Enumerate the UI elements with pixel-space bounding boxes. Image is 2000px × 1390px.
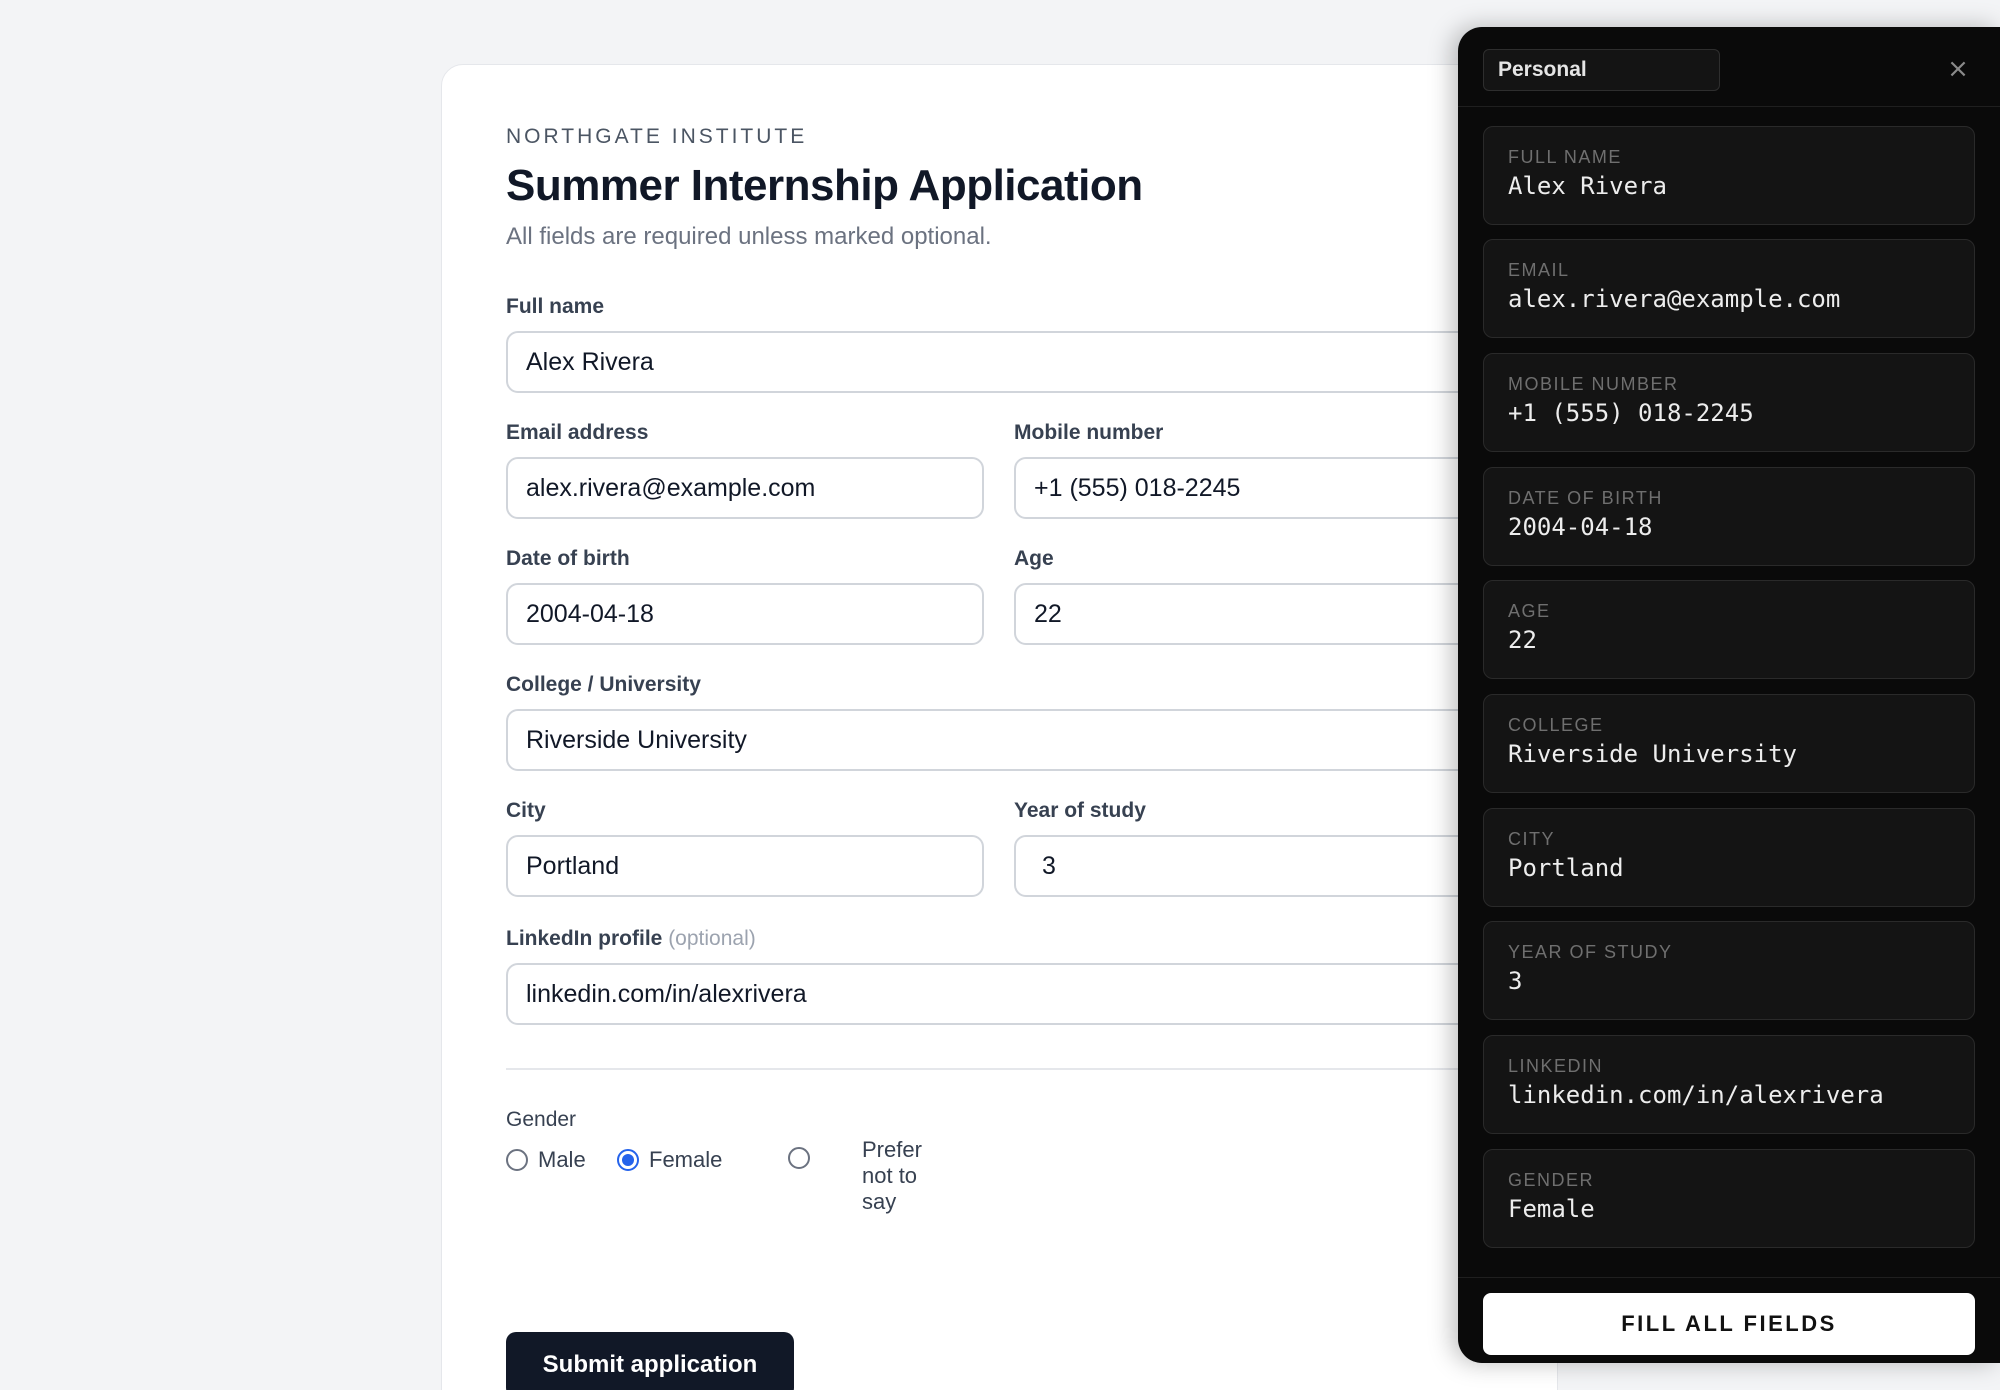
entry-label: LINKEDIN [1508, 1056, 1604, 1076]
email-label: Email address [506, 421, 649, 444]
gender-option-male[interactable]: Male [506, 1147, 586, 1173]
gender-label: Gender [506, 1108, 577, 1131]
entry-value: linkedin.com/in/alexrivera [1508, 1081, 1884, 1109]
application-form-card: NORTHGATE INSTITUTE Summer Internship Ap… [441, 64, 1558, 1390]
panel-footer: FILL ALL FIELDS [1458, 1277, 2000, 1363]
entry-full-name[interactable]: FULL NAME Alex Rivera [1483, 126, 1975, 225]
radio-male[interactable] [506, 1149, 528, 1171]
college-input[interactable]: Riverside University [506, 709, 1546, 771]
entry-label: YEAR OF STUDY [1508, 942, 1673, 962]
panel-header: Personal × [1458, 27, 2000, 107]
section-divider [506, 1068, 1546, 1070]
linkedin-label: LinkedIn profile (optional) [506, 927, 756, 951]
entry-value: Portland [1508, 854, 1624, 882]
entry-value: Riverside University [1508, 740, 1797, 768]
entry-college[interactable]: COLLEGE Riverside University [1483, 694, 1975, 793]
linkedin-label-text: LinkedIn profile [506, 927, 663, 950]
age-label: Age [1014, 547, 1054, 570]
entry-value: 3 [1508, 967, 1523, 995]
entry-email[interactable]: EMAIL alex.rivera@example.com [1483, 239, 1975, 338]
entry-value: 22 [1508, 626, 1537, 654]
optional-tag: (optional) [668, 927, 756, 950]
full-name-label: Full name [506, 295, 605, 318]
entry-year-of-study[interactable]: YEAR OF STUDY 3 [1483, 921, 1975, 1020]
email-input[interactable]: alex.rivera@example.com [506, 457, 984, 519]
fill-all-fields-button[interactable]: FILL ALL FIELDS [1483, 1293, 1975, 1355]
entry-label: GENDER [1508, 1170, 1595, 1190]
entry-label: DATE OF BIRTH [1508, 488, 1663, 508]
city-label: City [506, 799, 546, 822]
institution-name: NORTHGATE INSTITUTE [506, 125, 808, 148]
form-subtitle: All fields are required unless marked op… [506, 223, 992, 250]
mobile-label: Mobile number [1014, 421, 1164, 444]
entry-label: EMAIL [1508, 260, 1570, 280]
entry-city[interactable]: CITY Portland [1483, 808, 1975, 907]
radio-female-label: Female [649, 1147, 723, 1172]
full-name-input[interactable]: Alex Rivera [506, 331, 1546, 393]
close-icon[interactable]: × [1944, 55, 1972, 83]
radio-prefer-not[interactable] [788, 1147, 810, 1169]
entry-mobile[interactable]: MOBILE NUMBER +1 (555) 018-2245 [1483, 353, 1975, 452]
radio-prefer-not-label: Prefer not to say [862, 1137, 922, 1214]
entry-label: FULL NAME [1508, 147, 1622, 167]
radio-male-label: Male [538, 1147, 586, 1172]
entry-dob[interactable]: DATE OF BIRTH 2004-04-18 [1483, 467, 1975, 566]
autofill-panel: Personal × FULL NAME Alex Rivera EMAIL a… [1458, 27, 2000, 1363]
entry-label: CITY [1508, 829, 1556, 849]
entry-value: +1 (555) 018-2245 [1508, 399, 1754, 427]
entry-gender[interactable]: GENDER Female [1483, 1149, 1975, 1248]
entry-linkedin[interactable]: LINKEDIN linkedin.com/in/alexrivera [1483, 1035, 1975, 1134]
city-input[interactable]: Portland [506, 835, 984, 897]
entry-age[interactable]: AGE 22 [1483, 580, 1975, 679]
gender-option-female[interactable]: Female [617, 1147, 722, 1173]
page-title: Summer Internship Application [506, 161, 1143, 210]
entry-label: AGE [1508, 601, 1551, 621]
profile-select[interactable]: Personal [1483, 49, 1720, 91]
entry-label: COLLEGE [1508, 715, 1604, 735]
entry-value: Alex Rivera [1508, 172, 1667, 200]
entry-value: Female [1508, 1195, 1595, 1223]
radio-female[interactable] [617, 1149, 639, 1171]
dob-input[interactable]: 2004-04-18 [506, 583, 984, 645]
year-label: Year of study [1014, 799, 1146, 822]
gender-radio-group: Male Female Prefer not to say [506, 1137, 1106, 1247]
dob-label: Date of birth [506, 547, 630, 570]
entry-value: alex.rivera@example.com [1508, 285, 1841, 313]
gender-option-prefer-not[interactable] [788, 1147, 810, 1169]
college-label: College / University [506, 673, 701, 696]
entry-value: 2004-04-18 [1508, 513, 1653, 541]
linkedin-input[interactable]: linkedin.com/in/alexrivera [506, 963, 1546, 1025]
submit-button[interactable]: Submit application [506, 1332, 794, 1390]
entry-label: MOBILE NUMBER [1508, 374, 1679, 394]
